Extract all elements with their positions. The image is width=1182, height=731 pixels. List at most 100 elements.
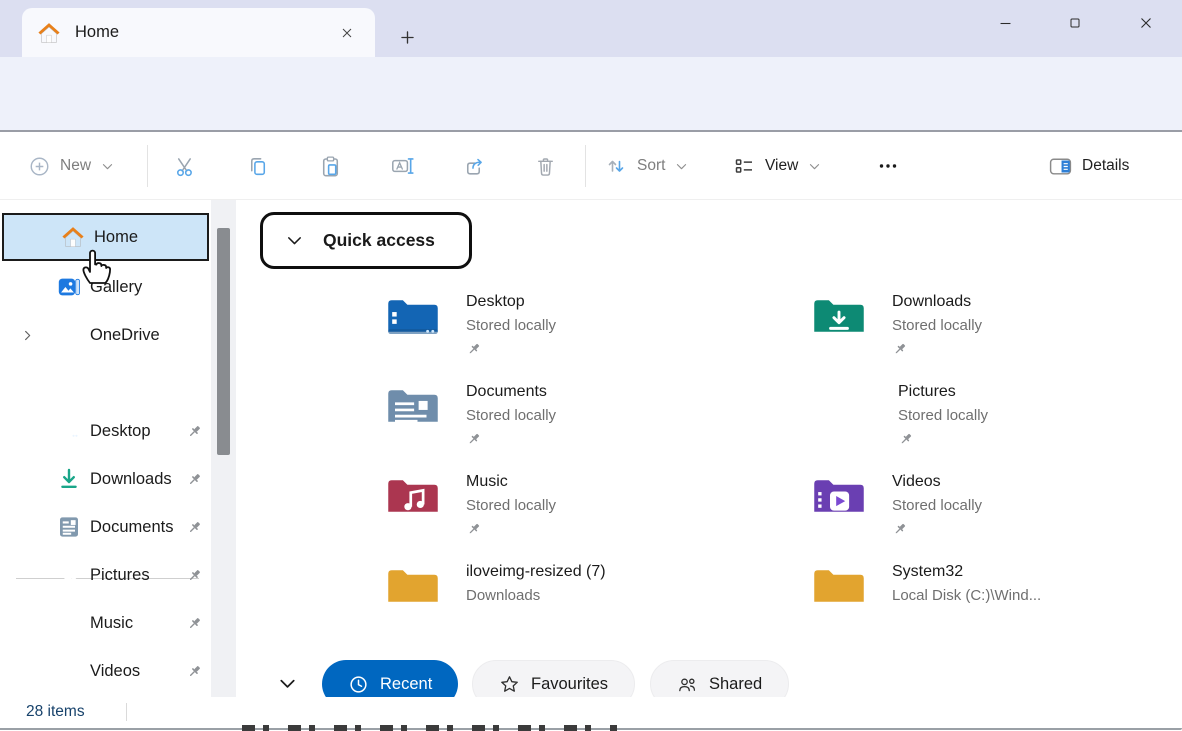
sidebar-item-documents[interactable]: Documents — [0, 503, 211, 551]
details-label: Details — [1082, 157, 1129, 175]
hand-cursor-icon — [78, 244, 114, 286]
chevron-right-icon[interactable] — [20, 328, 35, 343]
tile-downloads[interactable]: Downloads Stored locally — [812, 290, 1182, 360]
pin-icon — [186, 663, 203, 680]
command-toolbar: New Sort View Details — [0, 132, 1182, 200]
tile-pictures[interactable]: Pictures Stored locally — [812, 380, 1182, 450]
yellow-folder-icon — [386, 562, 440, 610]
sidebar-item-pictures[interactable]: Pictures — [0, 551, 211, 599]
cut-button[interactable] — [165, 146, 205, 186]
delete-button[interactable] — [525, 146, 565, 186]
toolbar-divider — [147, 145, 148, 187]
quick-access-header[interactable]: Quick access — [260, 212, 472, 269]
item-count: 28 items — [26, 697, 85, 726]
desktop-folder-icon — [386, 292, 440, 340]
tile-detail: Stored locally — [466, 494, 556, 518]
tile-detail: Stored locally — [466, 314, 556, 338]
videos-icon — [57, 659, 81, 683]
tab-title: Home — [75, 23, 119, 42]
tile-name: Documents — [466, 380, 556, 404]
pill-label: Shared — [709, 675, 762, 694]
content-area: Quick access Desktop Stored locally Down… — [244, 200, 1182, 697]
new-label: New — [60, 157, 91, 175]
paste-button[interactable] — [310, 146, 350, 186]
sidebar-item-onedrive[interactable]: OneDrive — [0, 311, 211, 359]
sidebar-item-label: Downloads — [90, 470, 172, 489]
tile-name: Music — [466, 470, 556, 494]
pin-icon — [186, 471, 203, 488]
chevron-down-icon[interactable] — [284, 230, 305, 251]
more-options-button[interactable] — [868, 146, 908, 186]
maximize-button[interactable] — [1052, 6, 1098, 40]
status-bar: 28 items — [0, 697, 1182, 727]
chevron-down-icon — [100, 159, 115, 174]
file-explorer-window: Home Home New — [0, 0, 1182, 731]
minimize-button[interactable] — [982, 6, 1028, 40]
tile-name: iloveimg-resized (7) — [466, 560, 606, 584]
star-icon — [499, 674, 520, 695]
statusbar-divider — [126, 703, 127, 721]
pin-icon — [466, 341, 482, 357]
close-window-button[interactable] — [1123, 6, 1169, 40]
sidebar-item-label: Music — [90, 614, 133, 633]
tile-music[interactable]: Music Stored locally — [386, 470, 786, 540]
chevron-down-icon[interactable] — [276, 672, 299, 695]
pin-icon — [186, 567, 203, 584]
tile-documents[interactable]: Documents Stored locally — [386, 380, 786, 450]
pin-icon — [186, 615, 203, 632]
tile-detail: Local Disk (C:)\Wind... — [892, 584, 1041, 608]
documents-icon — [57, 515, 81, 539]
home-icon — [37, 21, 61, 45]
tile-desktop[interactable]: Desktop Stored locally — [386, 290, 786, 360]
tile-iloveimg-resized[interactable]: iloveimg-resized (7) Downloads — [386, 560, 786, 630]
share-icon — [461, 154, 486, 179]
copy-icon — [245, 154, 270, 179]
scissors-icon — [173, 154, 198, 179]
pin-icon — [186, 519, 203, 536]
view-label: View — [765, 157, 798, 175]
copy-button[interactable] — [237, 146, 277, 186]
music-icon — [57, 611, 81, 635]
pin-icon — [466, 521, 482, 537]
people-icon — [677, 674, 698, 695]
view-button[interactable]: View — [732, 132, 822, 200]
navigation-bar: Home — [0, 57, 1182, 131]
pictures-icon — [57, 563, 81, 587]
scrollbar-thumb[interactable] — [217, 228, 230, 455]
tile-videos[interactable]: Videos Stored locally — [812, 470, 1182, 540]
pin-icon — [898, 431, 914, 447]
tile-name: Videos — [892, 470, 982, 494]
music-folder-icon — [386, 472, 440, 520]
sidebar-item-label: Documents — [90, 518, 173, 537]
sidebar-item-music[interactable]: Music — [0, 599, 211, 647]
downloads-folder-icon — [812, 292, 866, 340]
pin-icon — [892, 341, 908, 357]
sidebar-item-desktop[interactable]: Desktop — [0, 407, 211, 455]
documents-folder-icon — [386, 382, 440, 430]
sidebar-item-label: Desktop — [90, 422, 151, 441]
tile-system32[interactable]: System32 Local Disk (C:)\Wind... — [812, 560, 1182, 630]
tile-name: Pictures — [898, 380, 988, 404]
sidebar-item-label: Pictures — [90, 566, 150, 585]
tab-home[interactable]: Home — [22, 8, 375, 57]
tile-name: System32 — [892, 560, 1041, 584]
sidebar-item-videos[interactable]: Videos — [0, 647, 211, 695]
pill-label: Recent — [380, 675, 432, 694]
new-tab-button[interactable] — [394, 24, 420, 50]
share-button[interactable] — [453, 146, 493, 186]
view-list-icon — [732, 154, 756, 178]
chevron-down-icon — [674, 159, 689, 174]
rename-button[interactable] — [382, 146, 422, 186]
pin-icon — [892, 521, 908, 537]
sidebar-item-label: Videos — [90, 662, 140, 681]
sidebar-scrollbar[interactable] — [211, 200, 236, 697]
tile-name: Downloads — [892, 290, 982, 314]
rename-icon — [389, 153, 415, 179]
sort-button[interactable]: Sort — [604, 132, 689, 200]
desktop-icon — [57, 419, 81, 443]
details-button[interactable]: Details — [1048, 132, 1129, 200]
close-tab-icon[interactable] — [335, 21, 359, 45]
new-button[interactable]: New — [28, 132, 115, 200]
quick-access-label: Quick access — [323, 230, 435, 251]
sidebar-item-downloads[interactable]: Downloads — [0, 455, 211, 503]
